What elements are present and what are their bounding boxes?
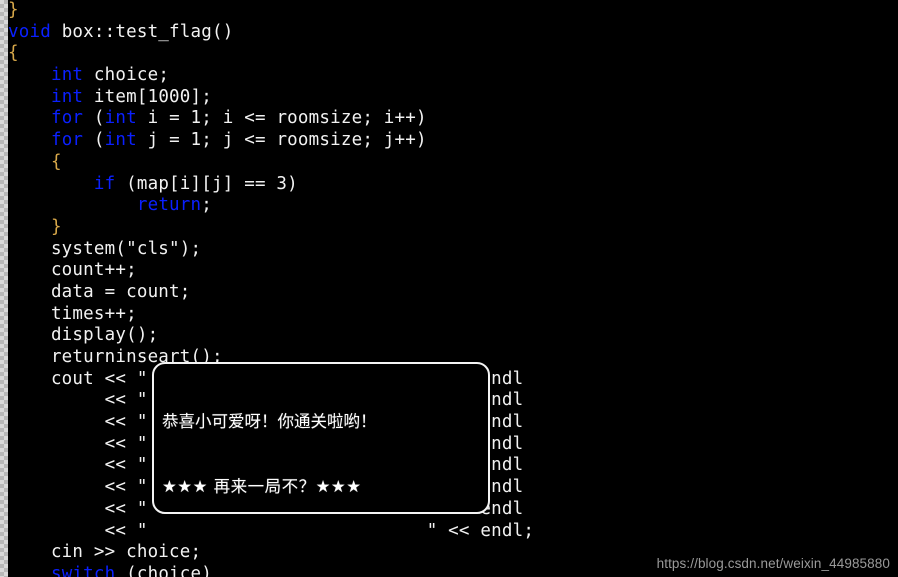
code-token: int: [50, 65, 84, 86]
console-output-dialog: 恭喜小可爱呀！你通关啦哟！ ★★★ 再来一局不？★★★ 1.继续 2.观看通关过…: [152, 362, 490, 514]
code-token: item[1000];: [83, 86, 213, 107]
code-token: (: [83, 108, 105, 129]
code-token: {: [8, 43, 19, 64]
code-line[interactable]: if (map[i][j] == 3): [8, 174, 898, 196]
code-token: int: [104, 130, 137, 151]
code-line[interactable]: return;: [8, 195, 898, 217]
console-stars-line: ★★★ 再来一局不？★★★: [162, 476, 362, 496]
code-line[interactable]: << " " << endl;: [8, 521, 898, 543]
code-line[interactable]: for (int i = 1; i <= roomsize; i++): [8, 108, 898, 130]
code-token: for: [50, 108, 84, 129]
code-line[interactable]: {: [8, 152, 898, 174]
code-token: switch: [50, 563, 116, 577]
code-token: << " " << endl;: [8, 520, 535, 541]
code-token: data = count;: [8, 281, 191, 302]
code-token: }: [8, 0, 19, 20]
code-token: {: [50, 151, 62, 172]
code-token: (: [83, 130, 105, 151]
code-token: ;: [201, 195, 213, 216]
code-token: i = 1; i <= roomsize; i++): [136, 108, 427, 129]
code-token: void: [8, 21, 51, 42]
code-token: box::test_flag(): [50, 21, 234, 42]
editor-screenshot: } void box::test_flag(){ int choice; int …: [0, 0, 898, 577]
code-token: choice;: [83, 65, 170, 86]
code-token: for: [50, 130, 84, 151]
code-line[interactable]: times++;: [8, 304, 898, 326]
code-token: j = 1; j <= roomsize; j++): [136, 130, 427, 151]
code-token: display();: [8, 325, 159, 346]
code-line[interactable]: count++;: [8, 260, 898, 282]
code-token: count++;: [8, 260, 137, 281]
editor-gutter-strip: [0, 0, 8, 577]
code-token: }: [50, 216, 62, 237]
code-token: return: [136, 195, 202, 216]
code-token: system("cls");: [8, 238, 202, 259]
code-line[interactable]: data = count;: [8, 282, 898, 304]
code-line[interactable]: void box::test_flag(): [8, 22, 898, 44]
code-token: (map[i][j] == 3): [115, 173, 298, 194]
console-dialog-content: 恭喜小可爱呀！你通关啦哟！ ★★★ 再来一局不？★★★ 1.继续 2.观看通关过…: [162, 368, 484, 512]
code-line[interactable]: }: [8, 217, 898, 239]
code-token: int: [50, 86, 84, 107]
code-token: cin >> choice;: [8, 542, 202, 563]
code-token: (choice): [115, 563, 212, 577]
blog-watermark: https://blog.csdn.net/weixin_44985880: [656, 556, 890, 571]
console-headline: 恭喜小可爱呀！你通关啦哟！: [162, 412, 377, 431]
code-token: times++;: [8, 303, 137, 324]
code-token: if: [93, 173, 116, 194]
code-line[interactable]: for (int j = 1; j <= roomsize; j++): [8, 130, 898, 152]
code-line[interactable]: }: [8, 0, 898, 22]
code-line[interactable]: system("cls");: [8, 239, 898, 261]
code-line[interactable]: int choice;: [8, 65, 898, 87]
code-line[interactable]: int item[1000];: [8, 87, 898, 109]
code-token: int: [104, 108, 137, 129]
code-line[interactable]: display();: [8, 325, 898, 347]
code-line[interactable]: {: [8, 43, 898, 65]
